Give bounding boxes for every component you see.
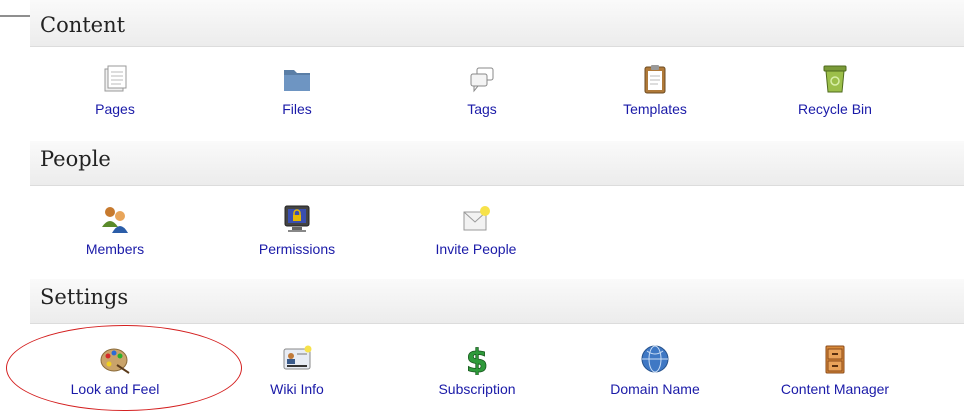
tags-icon xyxy=(470,67,494,93)
people-item-invite-people[interactable]: Invite People xyxy=(401,203,551,275)
content-item-label: Pages xyxy=(95,101,135,117)
id-card-icon xyxy=(283,345,312,370)
pages-icon xyxy=(104,65,127,92)
settings-item-label: Subscription xyxy=(438,381,516,397)
settings-item-label: Wiki Info xyxy=(270,381,324,397)
settings-item-content-manager[interactable]: Content Manager xyxy=(760,343,910,415)
envelope-icon xyxy=(463,206,490,231)
settings-item-label: Content Manager xyxy=(780,381,890,397)
content-item-templates[interactable]: Templates xyxy=(580,63,730,135)
people-item-permissions[interactable]: Permissions xyxy=(222,203,372,275)
content-item-label: Files xyxy=(282,101,312,117)
section-title-content: Content xyxy=(40,13,126,37)
palette-icon xyxy=(100,348,130,374)
people-item-label: Members xyxy=(85,241,145,257)
svg-text:$: $ xyxy=(466,343,488,375)
recycle-bin-icon xyxy=(823,65,847,93)
content-item-label: Recycle Bin xyxy=(798,101,872,117)
cabinet-icon xyxy=(825,345,845,374)
content-item-recycle-bin[interactable]: Recycle Bin xyxy=(760,63,910,135)
content-item-pages[interactable]: Pages xyxy=(40,63,190,135)
settings-item-wiki-info[interactable]: Wiki Info xyxy=(222,343,372,415)
section-header-settings: Settings xyxy=(30,279,964,324)
dollar-icon: $ xyxy=(465,343,488,375)
clipboard-icon xyxy=(644,65,666,94)
settings-item-label: Look and Feel xyxy=(70,381,160,397)
section-header-people: People xyxy=(30,141,964,186)
settings-item-look-and-feel[interactable]: Look and Feel xyxy=(40,343,190,415)
section-header-content: Content xyxy=(30,0,964,47)
section-title-people: People xyxy=(40,147,111,171)
section-title-settings: Settings xyxy=(40,285,129,309)
content-item-label: Templates xyxy=(623,101,687,117)
folder-icon xyxy=(284,70,310,91)
settings-item-domain-name[interactable]: Domain Name xyxy=(580,343,730,415)
people-item-label: Invite People xyxy=(435,241,517,257)
content-item-tags[interactable]: Tags xyxy=(407,63,557,135)
settings-item-label: Domain Name xyxy=(610,381,700,397)
people-item-members[interactable]: Members xyxy=(40,203,190,275)
globe-icon xyxy=(641,345,669,373)
content-item-label: Tags xyxy=(467,101,497,117)
content-item-files[interactable]: Files xyxy=(222,63,372,135)
people-item-label: Permissions xyxy=(258,241,336,257)
settings-item-subscription[interactable]: $ Subscription xyxy=(402,343,552,415)
members-icon xyxy=(102,207,128,233)
lock-screen-icon xyxy=(284,205,310,232)
